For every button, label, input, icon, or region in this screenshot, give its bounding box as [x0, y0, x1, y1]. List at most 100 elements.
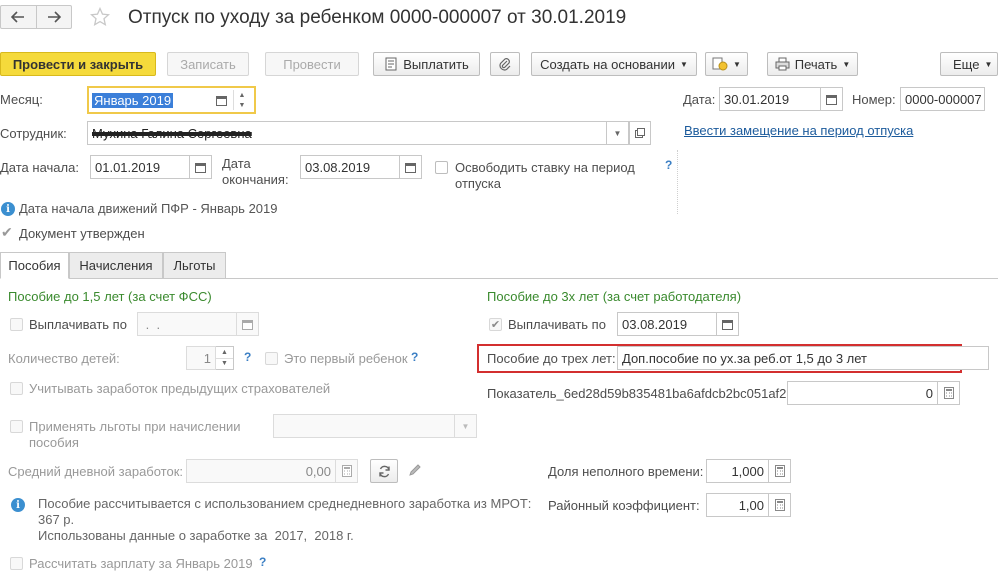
end-date-value: 03.08.2019: [305, 159, 371, 175]
month-value: Январь 2019: [92, 92, 174, 108]
end-date-label-2: окончания:: [222, 172, 289, 187]
first-child-label: Это первый ребенок: [284, 351, 408, 366]
month-calendar-button[interactable]: [211, 90, 231, 110]
print-button[interactable]: Печать ▼: [767, 52, 858, 76]
decrement-icon[interactable]: ▼: [234, 100, 250, 110]
employee-label: Сотрудник:: [0, 126, 67, 141]
tab-accruals[interactable]: Начисления: [69, 252, 163, 279]
apply-benefits-select[interactable]: [273, 414, 455, 438]
chevron-down-icon: ▼: [461, 421, 470, 431]
apply-benefits-label-1: Применять льготы при начислении: [29, 419, 241, 434]
regional-coef-field[interactable]: 1,00: [706, 493, 769, 517]
children-count-field[interactable]: 1: [186, 346, 216, 370]
allowance-field[interactable]: Доп.пособие по ух.за реб.от 1,5 до 3 лет: [617, 346, 989, 370]
number-field[interactable]: 0000-000007: [900, 87, 985, 111]
calc-info-line-2: 367 р.: [38, 512, 75, 527]
forward-button[interactable]: [37, 6, 72, 28]
decrement-icon[interactable]: ▼: [216, 359, 233, 370]
indicator-label: Показатель_6ed28d59b835481ba6afdcb2bc051…: [487, 386, 791, 401]
start-date-field[interactable]: 01.01.2019: [90, 155, 190, 179]
prev-insurers-checkbox[interactable]: [10, 382, 23, 395]
attach-button[interactable]: [490, 52, 520, 76]
tab-privileges[interactable]: Льготы: [163, 252, 226, 279]
more-button[interactable]: Еще ▼: [940, 52, 998, 76]
calendar-icon: [722, 319, 733, 330]
avg-daily-label: Средний дневной заработок:: [8, 464, 184, 479]
part-time-calc-button[interactable]: [769, 459, 791, 483]
employee-open-button[interactable]: [629, 121, 651, 145]
refresh-button[interactable]: [370, 459, 398, 483]
post-button[interactable]: Провести: [265, 52, 359, 76]
right-section-title: Пособие до 3х лет (за счет работодателя): [487, 289, 742, 304]
tab-benefits[interactable]: Пособия: [0, 252, 69, 279]
help-question-icon[interactable]: ?: [411, 350, 418, 364]
children-count-spin[interactable]: ▲ ▼: [216, 346, 234, 370]
avg-daily-field[interactable]: 0,00: [186, 459, 336, 483]
left-pay-until-field[interactable]: . .: [137, 312, 237, 336]
employee-dropdown-button[interactable]: ▼: [607, 121, 629, 145]
approved-check-icon[interactable]: ✔: [1, 224, 13, 241]
dropdown-arrow-icon: ▼: [984, 59, 993, 69]
end-date-calendar-button[interactable]: [400, 155, 422, 179]
month-spin[interactable]: ▲ ▼: [233, 90, 250, 110]
header-divider: [677, 150, 678, 214]
left-pay-until-calendar-button[interactable]: [237, 312, 259, 336]
pay-label: Выплатить: [403, 56, 469, 72]
part-time-value: 1,000: [731, 463, 764, 479]
help-question-icon[interactable]: ?: [244, 350, 251, 364]
save-button[interactable]: Записать: [167, 52, 249, 76]
regional-coef-calc-button[interactable]: [769, 493, 791, 517]
right-pay-until-field[interactable]: 03.08.2019: [617, 312, 717, 336]
increment-icon[interactable]: ▲: [234, 90, 250, 100]
end-date-label-1: Дата: [222, 156, 251, 171]
left-pay-until-checkbox[interactable]: [10, 318, 23, 331]
calc-info-line-1: Пособие рассчитывается с использованием …: [38, 496, 532, 511]
print-label: Печать: [794, 56, 838, 72]
post-and-close-button[interactable]: Провести и закрыть: [0, 52, 156, 76]
end-date-field[interactable]: 03.08.2019: [300, 155, 400, 179]
calc-salary-checkbox[interactable]: [10, 557, 23, 570]
indicator-field[interactable]: 0: [787, 381, 938, 405]
calc-salary-label: Рассчитать зарплату за Январь 2019: [29, 556, 253, 571]
right-pay-until-label: Выплачивать по: [508, 317, 606, 332]
date-field[interactable]: 30.01.2019: [719, 87, 821, 111]
apply-benefits-dropdown-button[interactable]: ▼: [455, 414, 477, 438]
left-section-title: Пособие до 1,5 лет (за счет ФСС): [8, 289, 212, 304]
right-pay-until-checkbox[interactable]: ✔: [489, 318, 502, 331]
start-date-calendar-button[interactable]: [190, 155, 212, 179]
allowance-value: Доп.пособие по ух.за реб.от 1,5 до 3 лет: [622, 350, 867, 366]
employee-field[interactable]: Мухина Галина Сергеевна: [87, 121, 607, 145]
regional-coef-value: 1,00: [738, 497, 764, 513]
help-question-icon[interactable]: ?: [259, 555, 266, 569]
calendar-icon: [242, 319, 253, 330]
release-rate-label-1: Освободить ставку на период: [455, 160, 635, 175]
release-rate-checkbox[interactable]: [435, 161, 448, 174]
edit-pencil-icon[interactable]: [408, 463, 422, 480]
date-calendar-button[interactable]: [821, 87, 843, 111]
increment-icon[interactable]: ▲: [216, 347, 233, 359]
favorite-button[interactable]: [89, 6, 111, 30]
page-title: Отпуск по уходу за ребенком 0000-000007 …: [128, 7, 627, 28]
replacement-link[interactable]: Ввести замещение на период отпуска: [684, 123, 913, 138]
part-time-field[interactable]: 1,000: [706, 459, 769, 483]
related-docs-button[interactable]: ▼: [705, 52, 748, 76]
create-based-on-button[interactable]: Создать на основании ▼: [531, 52, 697, 76]
left-pay-until-label: Выплачивать по: [29, 317, 127, 332]
arrow-left-icon: [11, 11, 25, 23]
apply-benefits-checkbox[interactable]: [10, 420, 23, 433]
calendar-icon: [826, 94, 837, 105]
pay-button[interactable]: Выплатить: [373, 52, 480, 76]
tab-benefits-label: Пособия: [8, 258, 61, 273]
indicator-value: 0: [925, 385, 933, 401]
first-child-checkbox[interactable]: [265, 352, 278, 365]
avg-daily-value: 0,00: [305, 463, 331, 479]
month-field[interactable]: Январь 2019: [92, 90, 174, 110]
dropdown-arrow-icon: ▼: [842, 59, 851, 69]
date-label: Дата:: [683, 92, 716, 107]
back-button[interactable]: [1, 6, 37, 28]
right-pay-until-calendar-button[interactable]: [717, 312, 739, 336]
help-question-icon[interactable]: ?: [665, 158, 672, 172]
avg-daily-calc-button[interactable]: [336, 459, 358, 483]
indicator-calc-button[interactable]: [938, 381, 960, 405]
info-icon: i: [1, 202, 15, 216]
